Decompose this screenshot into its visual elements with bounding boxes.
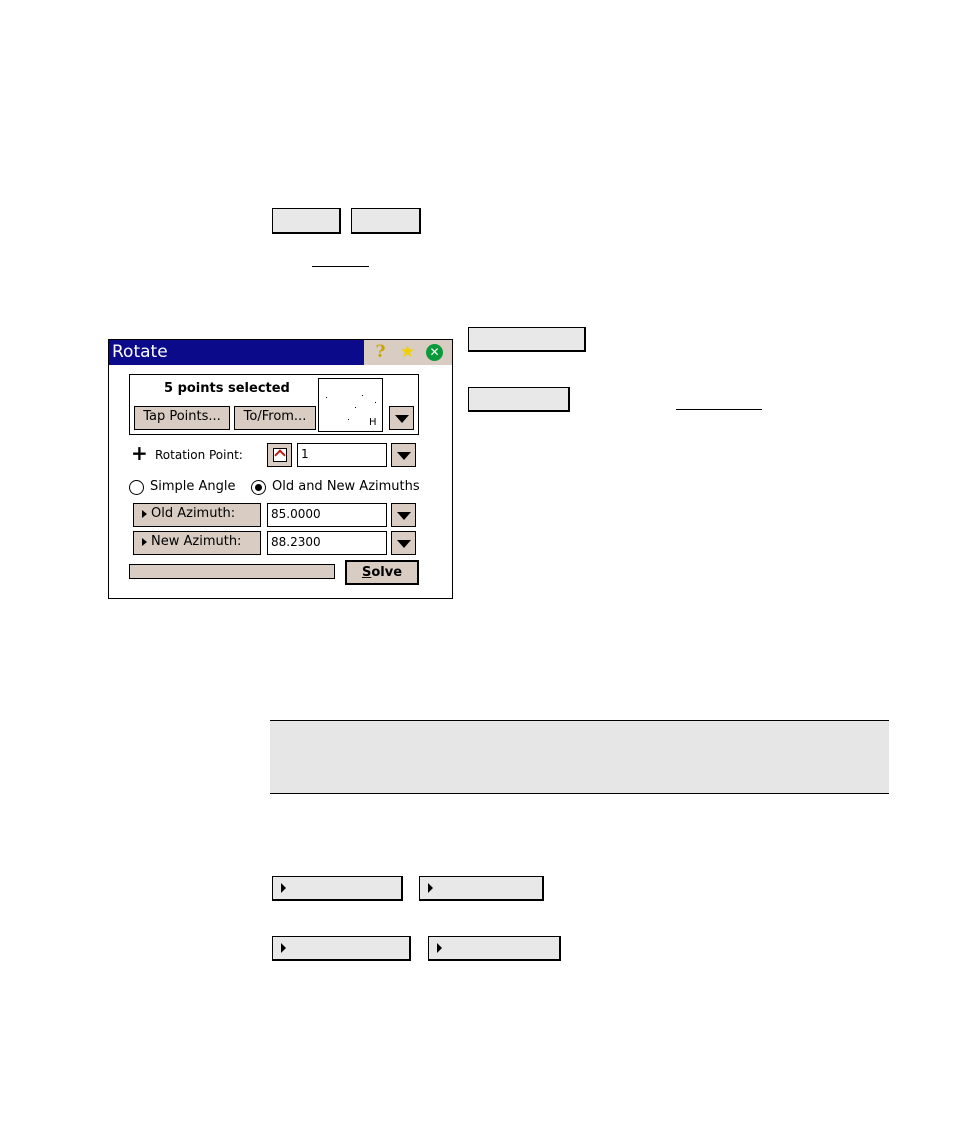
preview-point	[362, 395, 363, 396]
title-icons: ? ★ ✕	[364, 340, 452, 365]
expand-arrow-icon	[428, 883, 433, 893]
new-azimuth-dropdown-button[interactable]	[391, 531, 416, 555]
points-preview: H	[318, 378, 383, 432]
solve-button[interactable]: Solve	[345, 560, 419, 585]
favorites-star-icon[interactable]: ★	[397, 342, 418, 363]
doc-arrow-button-2	[419, 876, 544, 901]
tap-points-button[interactable]: Tap Points...	[134, 406, 230, 430]
map-icon	[273, 448, 287, 462]
doc-button-3	[468, 327, 586, 352]
help-icon[interactable]: ?	[370, 342, 391, 363]
doc-underline-1	[312, 266, 369, 267]
doc-arrow-button-1	[272, 876, 403, 901]
map-select-button[interactable]	[267, 443, 292, 467]
new-azimuth-label: New Azimuth:	[151, 534, 242, 549]
expand-arrow-icon	[437, 943, 442, 953]
crosshair-icon: +	[131, 441, 148, 465]
close-icon[interactable]: ✕	[426, 344, 443, 361]
expand-arrow-icon	[142, 509, 147, 518]
doc-button-4	[468, 387, 570, 412]
solve-mnemonic: S	[361, 565, 372, 580]
old-new-azimuths-radio[interactable]	[251, 480, 266, 495]
rotate-dialog: Rotate ? ★ ✕ 5 points selected Tap Point…	[108, 339, 453, 599]
doc-arrow-button-4	[428, 936, 561, 961]
chevron-down-icon	[397, 452, 411, 460]
chevron-down-icon	[397, 512, 411, 520]
title-bar: Rotate ? ★ ✕	[109, 340, 452, 365]
solve-label-rest: olve	[371, 565, 403, 580]
old-new-azimuths-label: Old and New Azimuths	[272, 479, 420, 494]
note-box	[270, 720, 889, 794]
rotation-point-dropdown-button[interactable]	[391, 443, 416, 467]
selection-group: 5 points selected Tap Points... To/From.…	[129, 374, 419, 435]
doc-arrow-button-3	[272, 936, 411, 961]
doc-underline-2	[676, 409, 762, 410]
preview-label: H	[369, 417, 377, 428]
rotation-point-input[interactable]: 1	[297, 443, 387, 467]
simple-angle-label: Simple Angle	[150, 479, 236, 494]
chevron-down-icon	[395, 415, 409, 423]
selection-dropdown-button[interactable]	[389, 406, 414, 430]
rotation-point-label: Rotation Point:	[155, 448, 243, 462]
new-azimuth-input[interactable]: 88.2300	[267, 531, 387, 555]
old-azimuth-button[interactable]: Old Azimuth:	[133, 503, 261, 527]
old-azimuth-input[interactable]: 85.0000	[267, 503, 387, 527]
preview-point	[355, 407, 356, 408]
doc-button-1	[272, 208, 341, 234]
progress-bar	[129, 564, 335, 579]
expand-arrow-icon	[281, 943, 286, 953]
preview-point	[375, 402, 376, 403]
selection-count: 5 points selected	[164, 381, 290, 396]
expand-arrow-icon	[142, 537, 147, 546]
simple-angle-radio[interactable]	[129, 480, 144, 495]
new-azimuth-button[interactable]: New Azimuth:	[133, 531, 261, 555]
expand-arrow-icon	[281, 883, 286, 893]
dialog-title: Rotate	[112, 342, 168, 362]
chevron-down-icon	[397, 540, 411, 548]
preview-point	[348, 419, 349, 420]
old-azimuth-label: Old Azimuth:	[151, 506, 236, 521]
doc-button-2	[351, 208, 421, 234]
old-azimuth-dropdown-button[interactable]	[391, 503, 416, 527]
preview-point	[326, 397, 327, 398]
to-from-button[interactable]: To/From...	[234, 406, 316, 430]
